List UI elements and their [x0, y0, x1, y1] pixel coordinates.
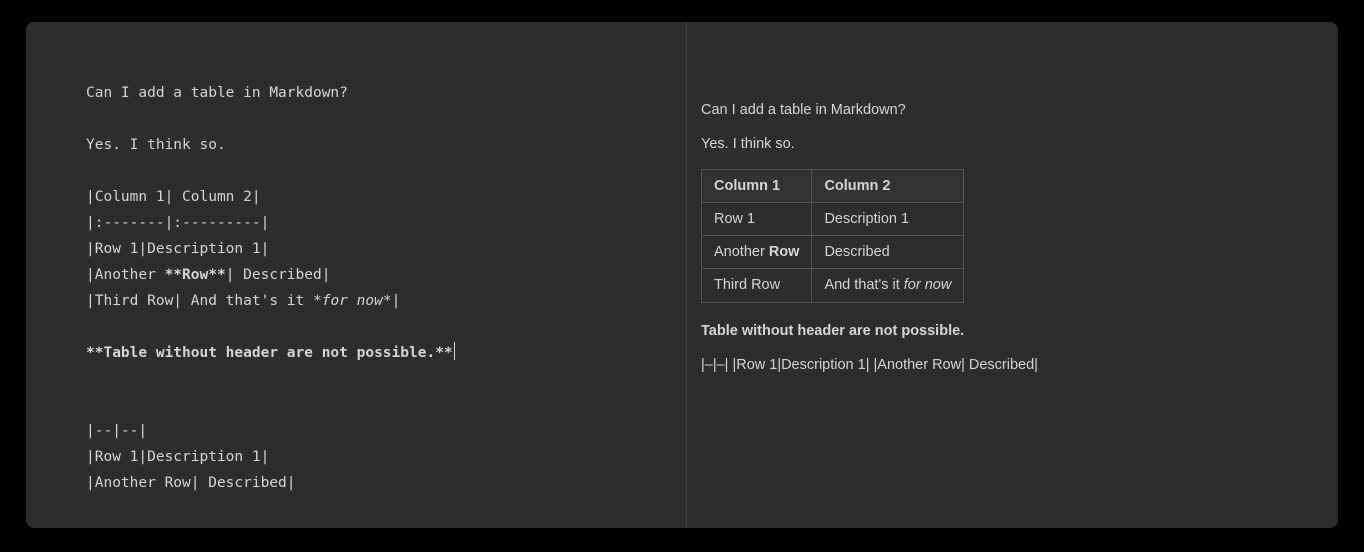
cell-text: And that's it [824, 277, 903, 293]
editor-line: |Column 1| Column 2| [86, 189, 261, 205]
editor-line: | Described| [226, 267, 331, 283]
table-cell: Another Row [702, 236, 812, 269]
editor-line: | [392, 293, 401, 309]
preview-paragraph: Can I add a table in Markdown? [701, 100, 1308, 120]
editor-italic: *for now* [313, 293, 392, 309]
editor-pane[interactable]: Can I add a table in Markdown? Yes. I th… [26, 22, 686, 528]
editor-line: Yes. I think so. [86, 137, 226, 153]
table-cell: Description 1 [812, 202, 964, 235]
preview-invalid-table: |–|–| |Row 1|Description 1| |Another Row… [701, 355, 1308, 375]
table-cell: Third Row [702, 269, 812, 302]
table-row: Another Row Described [702, 236, 964, 269]
editor-line: |Row 1|Description 1| [86, 241, 269, 257]
editor-line: |Third Row| And that's it [86, 293, 313, 309]
table-header-cell: Column 2 [812, 169, 964, 202]
table-header-cell: Column 1 [702, 169, 812, 202]
text-cursor [454, 342, 455, 360]
preview-table: Column 1 Column 2 Row 1 Description 1 An… [701, 169, 964, 303]
editor-line: |:-------|:---------| [86, 215, 269, 231]
preview-bold-paragraph: Table without header are not possible. [701, 321, 1308, 341]
editor-line: |Another [86, 267, 165, 283]
table-row: Third Row And that's it for now [702, 269, 964, 302]
preview-paragraph: Yes. I think so. [701, 134, 1308, 154]
preview-pane: Can I add a table in Markdown? Yes. I th… [687, 22, 1338, 528]
editor-line: |Row 1|Description 1| [86, 449, 269, 465]
editor-bold: **Row** [165, 267, 226, 283]
markdown-editor-panel: Can I add a table in Markdown? Yes. I th… [26, 22, 1338, 528]
table-header-row: Column 1 Column 2 [702, 169, 964, 202]
cell-bold: Row [769, 244, 800, 260]
cell-text: Another [714, 244, 769, 260]
table-cell: And that's it for now [812, 269, 964, 302]
table-cell: Row 1 [702, 202, 812, 235]
editor-line: |Another Row| Described| [86, 475, 296, 491]
preview-bold: Table without header are not possible. [701, 323, 964, 339]
cell-italic: for now [904, 277, 952, 293]
editor-line: |--|--| [86, 423, 147, 439]
table-cell: Described [812, 236, 964, 269]
editor-bold: **Table without header are not possible.… [86, 345, 453, 361]
table-row: Row 1 Description 1 [702, 202, 964, 235]
editor-line: Can I add a table in Markdown? [86, 85, 348, 101]
